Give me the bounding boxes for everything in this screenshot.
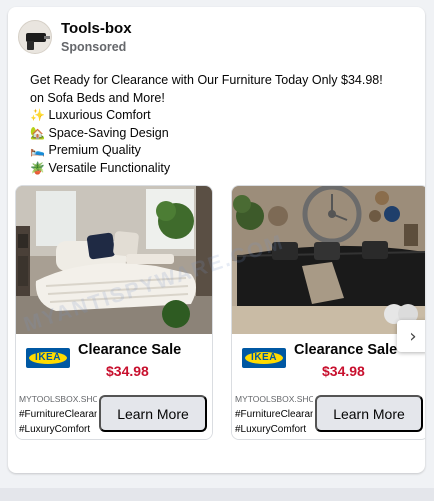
drill-handle (27, 41, 34, 50)
card-footer: MYTOOLSBOX.SHOP #FurnitureClearance #Lux… (16, 386, 212, 439)
ikea-logo: IKEA (26, 348, 70, 368)
drill-tip (44, 36, 50, 39)
potted-plant-icon: 🪴 (30, 160, 45, 175)
feature-label: Luxurious Comfort (48, 108, 151, 123)
card-hashtag-1: #FurnitureClearance (19, 409, 97, 420)
bed-icon: 🛌 (30, 143, 45, 158)
card-info[interactable]: IKEA Clearance Sale $34.98 (16, 334, 212, 386)
feature-item: 🪴 Versatile Functionality (30, 160, 415, 178)
feed-divider (0, 488, 434, 501)
card-hashtag-2: #LuxuryComfort (19, 424, 91, 435)
ad-carousel: IKEA Clearance Sale $34.98 MYTOOLSBOX.SH… (15, 185, 425, 460)
carousel-card[interactable]: IKEA Clearance Sale $34.98 MYTOOLSBOX.SH… (15, 185, 213, 440)
card-price: $34.98 (322, 363, 365, 379)
ikea-logo: IKEA (242, 348, 286, 368)
header-text: Tools-box Sponsored (61, 19, 132, 56)
card-title: Clearance Sale (294, 342, 398, 358)
feature-label: Versatile Functionality (48, 160, 171, 175)
product-image-sofa-bed-white[interactable] (16, 186, 212, 334)
post-body-text: Get Ready for Clearance with Our Furnitu… (30, 72, 415, 178)
ikea-logo-text: IKEA (35, 352, 61, 363)
card-price: $34.98 (106, 363, 149, 379)
sofa-bed-black-photo (232, 186, 425, 334)
card-footer: MYTOOLSBOX.SHOP #FurnitureClearance #Lux… (232, 386, 425, 439)
sparkles-icon: ✨ (30, 108, 45, 123)
post-header: Tools-box Sponsored (18, 17, 132, 57)
post-text-line-2: on Sofa Beds and More! (30, 90, 165, 105)
sofa-bed-photo (16, 186, 212, 334)
card-domain: MYTOOLSBOX.SHOP (19, 394, 97, 404)
page-avatar[interactable] (18, 20, 52, 54)
house-icon: 🏡 (30, 125, 45, 140)
card-domain: MYTOOLSBOX.SHOP (235, 394, 313, 404)
feature-label: Space-Saving Design (48, 125, 169, 140)
card-hashtag-2: #LuxuryComfort (235, 424, 307, 435)
feature-label: Premium Quality (48, 143, 141, 158)
sponsored-post-card: Tools-box Sponsored Get Ready for Cleara… (8, 7, 425, 473)
feature-item: 🛌 Premium Quality (30, 142, 415, 160)
sponsored-label[interactable]: Sponsored (61, 38, 132, 56)
page-name-link[interactable]: Tools-box (61, 19, 132, 38)
feature-item: 🏡 Space-Saving Design (30, 125, 415, 143)
card-title: Clearance Sale (78, 342, 182, 358)
carousel-card[interactable]: IKEA Clearance Sale $34.98 MYTOOLSBOX.SH… (231, 185, 425, 440)
card-hashtag-1: #FurnitureClearance (235, 409, 313, 420)
feature-item: ✨ Luxurious Comfort (30, 107, 415, 125)
product-image-sofa-bed-black[interactable] (232, 186, 425, 334)
learn-more-button[interactable]: Learn More (99, 395, 207, 432)
learn-more-button[interactable]: Learn More (315, 395, 423, 432)
ikea-logo-text: IKEA (251, 352, 277, 363)
post-text-line-1: Get Ready for Clearance with Our Furnitu… (30, 73, 383, 87)
chevron-right-icon[interactable]: › (397, 320, 425, 352)
